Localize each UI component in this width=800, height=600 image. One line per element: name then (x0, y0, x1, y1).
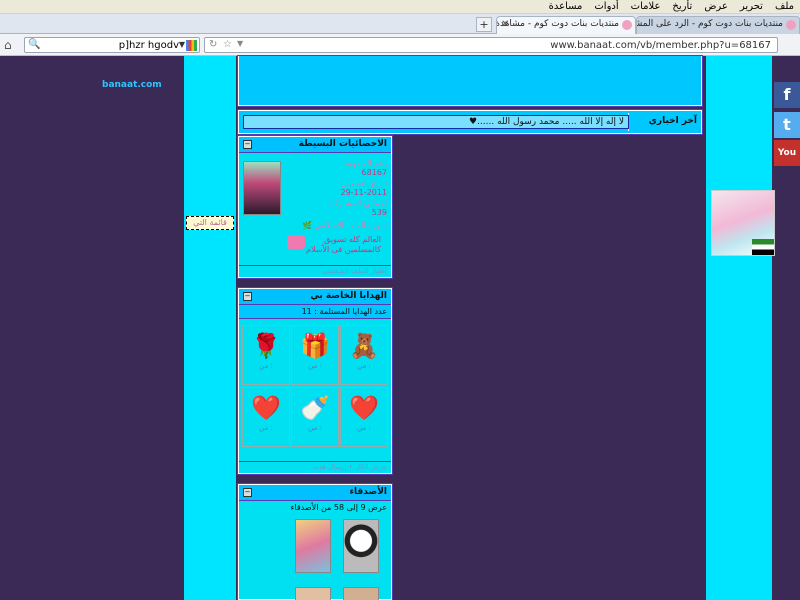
rose-icon: 🌹 (251, 332, 281, 360)
collapse-icon[interactable]: − (243, 140, 252, 149)
gift-from: من : (259, 424, 273, 432)
gift-item[interactable]: ❤️ من : (340, 387, 388, 447)
post-count: إجمالي المشاركات 539 (325, 199, 387, 217)
gift-count: عدد الهدايا المستلمة : 11 (239, 305, 391, 319)
gift-from: من : (308, 424, 322, 432)
friend-count: عرض 9 إلى 58 من الأصدقاء (239, 501, 391, 515)
facebook-icon[interactable]: f (774, 82, 800, 108)
news-bar: آخر اخباري لا إله إلا الله ..... محمد رس… (237, 109, 703, 135)
menu-help[interactable]: مساعدة (547, 1, 585, 12)
hello-kitty-image[interactable] (711, 190, 775, 256)
tab-member-view[interactable]: ✕ منتديات بنات دوت كوم - مشاهدة الم... (496, 16, 636, 34)
baby-bottle-icon: 🍼 (300, 394, 330, 422)
panel-footer-link[interactable]: إظهار الملف الشخصي (239, 265, 391, 277)
heart-icon: ❤️ (251, 394, 281, 422)
gift-from: من : (308, 362, 322, 370)
menu-bar: ملف تحرير عرض تأريخ علامات أدوات مساعدة (0, 0, 800, 14)
member-no-label: رقم العضوية (345, 159, 387, 168)
collapse-icon[interactable]: − (243, 488, 252, 497)
panel-title: الاحصائيات البسيطة (298, 139, 387, 149)
posts-label: إجمالي المشاركات (324, 199, 387, 208)
url-bar[interactable]: ↻ ☆ ▼ www.banaat.com/vb/member.php?u=681… (204, 37, 778, 53)
panel-header: − الأصدقاء (239, 485, 391, 501)
posts-value: 539 (371, 208, 387, 217)
history-dropdown-icon[interactable]: ▼ (237, 39, 243, 48)
site-logo[interactable]: banaat.com (102, 80, 162, 90)
news-ticker: لا إله إلا الله ..... محمد رسول الله ...… (243, 115, 629, 129)
panel-title: الأصدقاء (349, 487, 387, 497)
status-line: كالمسلمين فى الأسلام (305, 245, 381, 254)
friend-avatar[interactable] (295, 519, 331, 573)
bookmark-star-icon[interactable]: ☆ (223, 39, 232, 50)
stats-panel: − الاحصائيات البسيطة رقم العضوية 68167 ت… (237, 135, 393, 279)
gift-item[interactable]: 🧸 من : (340, 325, 388, 385)
friend-avatar[interactable] (343, 587, 379, 600)
panel-header: − الهدايا الخاصة بي (239, 289, 391, 305)
menu-bookmarks[interactable]: علامات (629, 1, 663, 12)
flag-icon (752, 239, 774, 255)
youtube-icon[interactable]: You (774, 140, 800, 166)
panel-footer-link[interactable]: عرض الكل • إرسال هدية (239, 461, 391, 473)
panel-title: الهدايا الخاصة بي (310, 291, 387, 301)
member-no: رقم العضوية 68167 (345, 159, 387, 177)
joined-value: 29-11-2011 (340, 188, 388, 197)
tab-label: منتديات بنات دوت كوم - مشاهدة الم... (496, 19, 619, 29)
home-icon[interactable]: ⌂ (4, 38, 18, 52)
gift-from: من : (357, 424, 371, 432)
tab-reply[interactable]: منتديات بنات دوت كوم - الرد على المشاركة (636, 16, 800, 34)
gift-item[interactable]: ❤️ من : (242, 387, 290, 447)
tab-strip: منتديات بنات دوت كوم - الرد على المشاركة… (0, 14, 800, 34)
menu-history[interactable]: تأريخ (670, 1, 694, 12)
status-message: العالم كله تسويق كالمسلمين فى الأسلام (306, 235, 381, 255)
search-icon: 🔍 (28, 39, 41, 50)
panel-header: − الاحصائيات البسيطة (239, 137, 391, 153)
nav-bar: ⌂ 🔍 p]hzr hgodv ▼ ↻ ☆ ▼ www.banaat.com/v… (0, 34, 800, 85)
member-no-value: 68167 (361, 168, 387, 177)
url-text: www.banaat.com/vb/member.php?u=68167 (550, 40, 771, 51)
teddy-bear-icon: 🧸 (349, 332, 379, 360)
friend-avatar[interactable] (343, 519, 379, 573)
collapse-icon[interactable]: − (243, 292, 252, 301)
menu-edit[interactable]: تحرير (738, 1, 765, 12)
site-favicon-icon (786, 20, 796, 30)
profile-banner (237, 55, 703, 107)
menu-file[interactable]: ملف (773, 1, 796, 12)
left-stripe (184, 56, 236, 600)
latest-post-button[interactable]: قائمة التي (186, 216, 234, 230)
gift-box-icon: 🎁 (300, 332, 330, 360)
gift-item[interactable]: 🎁 من : (291, 325, 339, 385)
avatar[interactable] (243, 161, 281, 215)
camera-icon (287, 235, 305, 249)
gift-from: من : (259, 362, 273, 370)
search-value: p]hzr hgodv (118, 40, 179, 51)
gift-from: من : (357, 362, 371, 370)
menu-view[interactable]: عرض (702, 1, 730, 12)
joined-label: تاريخ التسجيل (340, 179, 387, 188)
google-icon (186, 40, 197, 51)
leaf-icon: 🌿 (302, 221, 313, 230)
page-content: banaat.com آخر اخباري لا إله إلا الله ..… (0, 55, 800, 600)
gift-item[interactable]: 🌹 من : (242, 325, 290, 385)
gift-item[interactable]: 🍼 من : (291, 387, 339, 447)
reload-icon[interactable]: ↻ (209, 39, 217, 50)
friends-panel: − الأصدقاء عرض 9 إلى 58 من الأصدقاء (237, 483, 393, 600)
joined-date: تاريخ التسجيل 29-11-2011 (341, 179, 388, 197)
tab-label: منتديات بنات دوت كوم - الرد على المشاركة (636, 19, 783, 29)
news-label: آخر اخباري (648, 116, 697, 126)
gifts-panel: − الهدايا الخاصة بي عدد الهدايا المستلمة… (237, 287, 393, 475)
mood-label: سورة القلب الإسلامي (314, 221, 387, 230)
status-line: العالم كله تسويق (324, 235, 381, 244)
menu-tools[interactable]: أدوات (592, 1, 620, 12)
mood-text: سورة القلب الإسلامي 🌿 (302, 221, 387, 230)
site-favicon-icon (622, 20, 632, 30)
new-tab-button[interactable]: + (476, 17, 492, 32)
search-input[interactable]: 🔍 p]hzr hgodv ▼ (24, 37, 200, 53)
search-engine-dropdown-icon[interactable]: ▼ (179, 40, 185, 49)
heart-icon: ❤️ (349, 394, 379, 422)
right-stripe (706, 56, 772, 600)
close-tab-icon[interactable]: ✕ (501, 19, 509, 30)
friend-avatar[interactable] (295, 587, 331, 600)
twitter-icon[interactable]: t (774, 112, 800, 138)
